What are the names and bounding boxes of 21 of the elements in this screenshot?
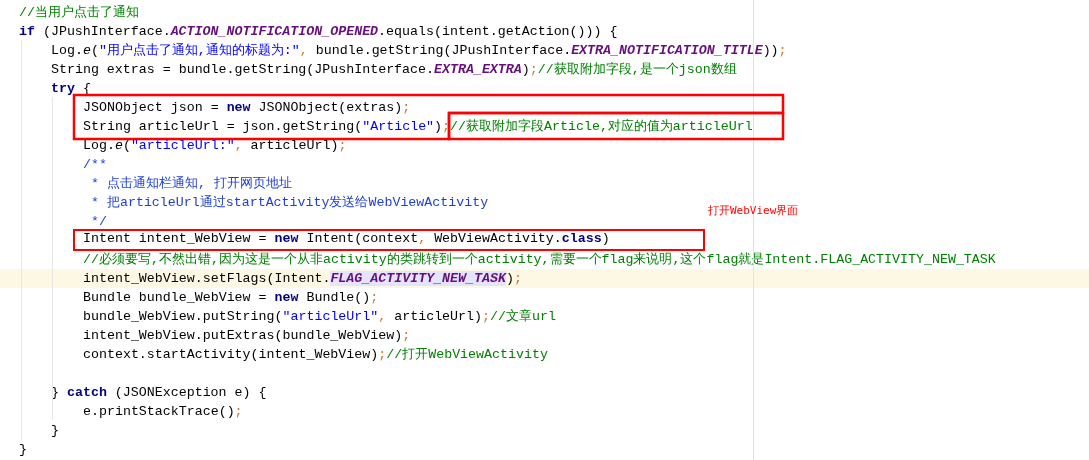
code-line: Intent intent_WebView = new Intent(context, WebViewActivity.class) [83, 231, 610, 246]
code-line: * 把articleUrl通过startActivity发送给WebViewActivity [89, 195, 489, 210]
code-line: e.printStackTrace(); [83, 404, 243, 419]
code-line: intent_WebView.setFlags(Intent.FLAG_ACTIVITY_NEW_TASK); [83, 271, 522, 286]
code-line: String articleUrl = json.getString("Article");//获取附加字段Article,对应的值为articleUrl [83, 119, 753, 134]
code-line: */ [89, 214, 107, 229]
code-line: context.startActivity(intent_WebView);//打开WebViewActivity [83, 347, 548, 362]
code-line: * 点击通知栏通知, 打开网页地址 [89, 176, 292, 191]
code-line: bundle_WebView.putString("articleUrl", articleUrl);//文章url [83, 309, 556, 324]
annotation-label: 打开WebView界面 [708, 204, 799, 218]
code-line: intent_WebView.putExtras(bundle_WebView); [83, 328, 411, 343]
code-line: String extras = bundle.getString(JPushInterface.EXTRA_EXTRA);//获取附加字段,是一个json数组 [51, 62, 737, 77]
code-line: } [51, 423, 59, 438]
code-line: Log.e("用户点击了通知,通知的标题为:", bundle.getString(JPushInterface.EXTRA_NOTIFICATION_TITLE)); [51, 43, 787, 58]
code-line: Log.e("articleUrl:", articleUrl); [83, 138, 347, 153]
code-line: } [19, 442, 27, 457]
code-line: JSONObject json = new JSONObject(extras); [83, 100, 411, 115]
code-line: Bundle bundle_WebView = new Bundle(); [83, 290, 379, 305]
code-line: /** [83, 157, 107, 172]
code-line: //当用户点击了通知 [19, 5, 139, 20]
code-line: if (JPushInterface.ACTION_NOTIFICATION_OPENED.equals(intent.getAction())) { [19, 24, 618, 39]
